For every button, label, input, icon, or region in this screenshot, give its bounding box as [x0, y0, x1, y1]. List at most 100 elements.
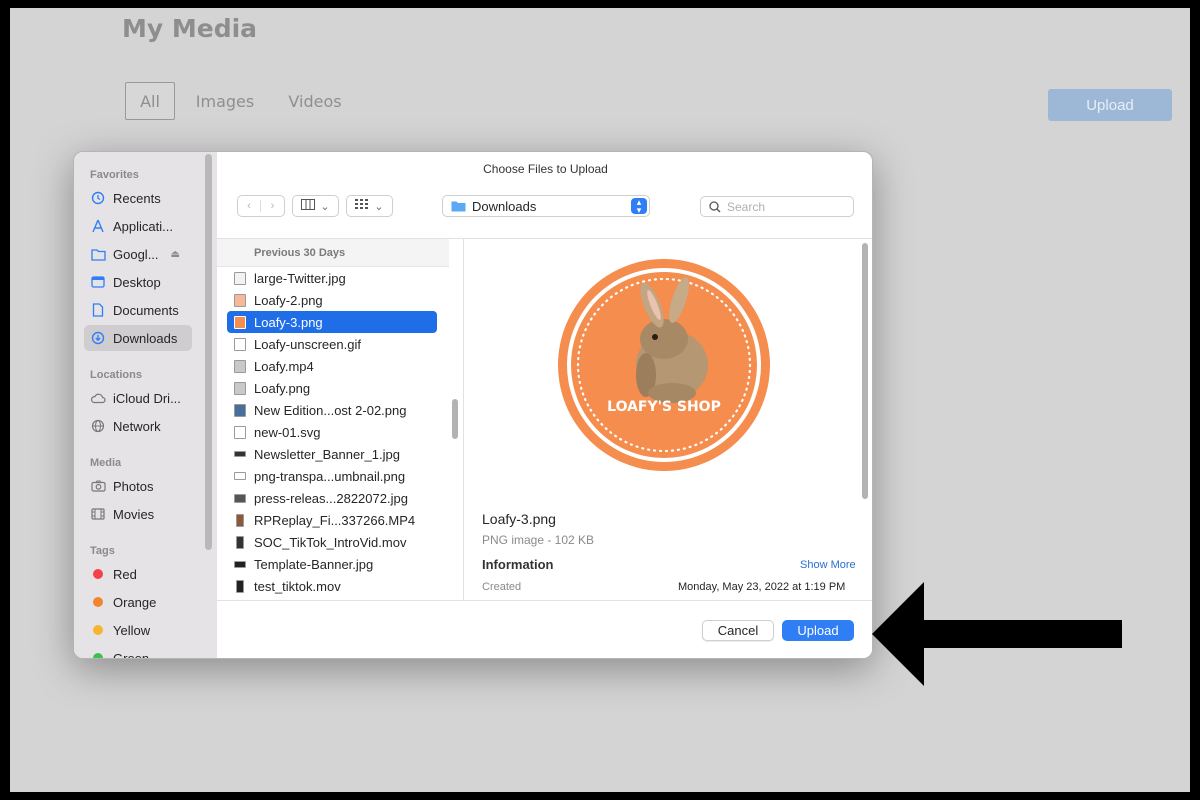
document-icon: [90, 302, 106, 318]
eject-icon[interactable]: ⏏: [171, 249, 180, 260]
file-item[interactable]: test_tiktok.mov: [227, 575, 437, 597]
applications-icon: [90, 218, 106, 234]
search-placeholder: Search: [727, 199, 766, 214]
sidebar-item-applications[interactable]: Applicati...: [84, 213, 192, 239]
sidebar-item-movies[interactable]: Movies: [84, 501, 192, 527]
file-item[interactable]: New Edition...ost 2-02.png: [227, 399, 437, 421]
dialog-footer: Cancel Upload: [217, 600, 872, 658]
sidebar-section-favorites: Favorites: [90, 169, 139, 181]
chevron-right-icon[interactable]: ›: [261, 200, 284, 212]
sidebar-tag-yellow[interactable]: Yellow: [84, 617, 192, 643]
logo-text: LOAFY'S SHOP: [607, 399, 721, 415]
sidebar-item-label: Documents: [113, 302, 179, 318]
group-button[interactable]: ⌄: [346, 195, 393, 217]
page-title: My Media: [122, 14, 258, 43]
sidebar-item-icloud[interactable]: iCloud Dri...: [84, 385, 192, 411]
sidebar-item-label: Desktop: [113, 274, 161, 290]
file-item[interactable]: large-Twitter.jpg: [227, 267, 437, 289]
image-file-icon: [234, 560, 246, 568]
file-item[interactable]: new-01.svg: [227, 421, 437, 443]
sidebar-tag-red[interactable]: Red: [84, 561, 192, 587]
view-mode-button[interactable]: ⌄: [292, 195, 339, 217]
file-name: SOC_TikTok_IntroVid.mov: [254, 534, 407, 550]
file-name: New Edition...ost 2-02.png: [254, 402, 407, 418]
chevron-down-icon: ⌄: [374, 200, 384, 213]
file-chooser-dialog: Favorites Recents Applicati... Googl... …: [73, 151, 873, 659]
search-icon: [709, 200, 721, 213]
search-input[interactable]: Search: [700, 196, 854, 217]
sidebar-item-label: Downloads: [113, 330, 178, 346]
drive-folder-icon: [90, 246, 106, 262]
back-forward-buttons[interactable]: ‹ ›: [237, 195, 285, 217]
clock-icon: [90, 190, 106, 206]
image-file-icon: [234, 271, 246, 285]
sidebar-item-label: Applicati...: [113, 218, 173, 234]
file-item[interactable]: SOC_TikTok_IntroVid.mov: [227, 531, 437, 553]
grid-icon: [355, 199, 369, 213]
tab-videos[interactable]: Videos: [280, 82, 350, 120]
location-label: Downloads: [472, 198, 537, 214]
file-item[interactable]: Loafy-2.png: [227, 289, 437, 311]
page-upload-button[interactable]: Upload: [1048, 89, 1172, 121]
preview-scrollbar[interactable]: [862, 243, 868, 499]
file-name: Loafy-3.png: [254, 314, 323, 330]
sidebar-item-google-drive[interactable]: Googl... ⏏: [84, 241, 192, 267]
sidebar-item-recents[interactable]: Recents: [84, 185, 192, 211]
tab-images[interactable]: Images: [190, 82, 260, 120]
sidebar-item-label: Red: [113, 566, 137, 582]
sidebar-item-desktop[interactable]: Desktop: [84, 269, 192, 295]
sidebar-item-network[interactable]: Network: [84, 413, 192, 439]
tab-all[interactable]: All: [125, 82, 175, 120]
sidebar-tag-green[interactable]: Green: [84, 645, 192, 658]
file-item[interactable]: Loafy-unscreen.gif: [227, 333, 437, 355]
arrow-annotation-icon: [872, 582, 1122, 686]
orange-dot-icon: [93, 597, 103, 607]
file-name: RPReplay_Fi...337266.MP4: [254, 512, 416, 528]
chevron-down-icon: ⌄: [320, 200, 330, 213]
file-item[interactable]: Template-Banner.jpg: [227, 553, 437, 575]
location-dropdown[interactable]: Downloads ▴ ▾: [442, 195, 650, 217]
file-name: test_tiktok.mov: [254, 578, 341, 594]
sidebar-item-label: Yellow: [113, 622, 151, 638]
upload-button[interactable]: Upload: [782, 620, 854, 641]
green-dot-icon: [93, 653, 103, 658]
file-item[interactable]: RPReplay_Fi...337266.MP4: [227, 509, 437, 531]
show-more-link[interactable]: Show More: [800, 559, 856, 571]
file-list-scrollbar[interactable]: [452, 399, 458, 439]
sidebar-item-label: Movies: [113, 506, 155, 522]
video-file-icon: [234, 359, 246, 373]
sidebar-item-label: Network: [113, 418, 161, 434]
image-file-icon: [234, 493, 246, 503]
file-item-selected[interactable]: Loafy-3.png: [227, 311, 437, 333]
information-heading: Information: [482, 557, 554, 572]
file-item[interactable]: png-transpa...umbnail.png: [227, 465, 437, 487]
file-name: png-transpa...umbnail.png: [254, 468, 406, 484]
file-item[interactable]: Loafy.png: [227, 377, 437, 399]
file-name: Loafy.mp4: [254, 358, 314, 374]
camera-icon: [90, 478, 106, 494]
file-name: Loafy.png: [254, 380, 311, 396]
file-name: Loafy-unscreen.gif: [254, 336, 361, 352]
yellow-dot-icon: [93, 625, 103, 635]
sidebar-item-label: iCloud Dri...: [113, 390, 181, 406]
chevron-left-icon[interactable]: ‹: [238, 200, 262, 212]
sidebar-tag-orange[interactable]: Orange: [84, 589, 192, 615]
image-file-icon: [234, 293, 246, 307]
file-item[interactable]: Loafy.mp4: [227, 355, 437, 377]
sidebar-section-tags: Tags: [90, 545, 115, 557]
cancel-button[interactable]: Cancel: [702, 620, 774, 641]
preview-pane: LOAFY'S SHOP Loafy-3.png PNG image - 102…: [464, 238, 872, 600]
sidebar-scrollbar[interactable]: [205, 154, 212, 550]
sidebar-item-photos[interactable]: Photos: [84, 473, 192, 499]
sidebar-item-documents[interactable]: Documents: [84, 297, 192, 323]
image-file-icon: [234, 315, 246, 329]
image-file-icon: [234, 381, 246, 395]
file-item[interactable]: press-releas...2822072.jpg: [227, 487, 437, 509]
file-item[interactable]: Newsletter_Banner_1.jpg: [227, 443, 437, 465]
gif-file-icon: [234, 337, 246, 351]
video-file-icon: [236, 535, 244, 549]
film-icon: [90, 506, 106, 522]
sidebar-item-downloads[interactable]: Downloads: [84, 325, 192, 351]
preview-file-type: PNG image - 102 KB: [482, 533, 595, 547]
svg-file-icon: [234, 425, 246, 439]
